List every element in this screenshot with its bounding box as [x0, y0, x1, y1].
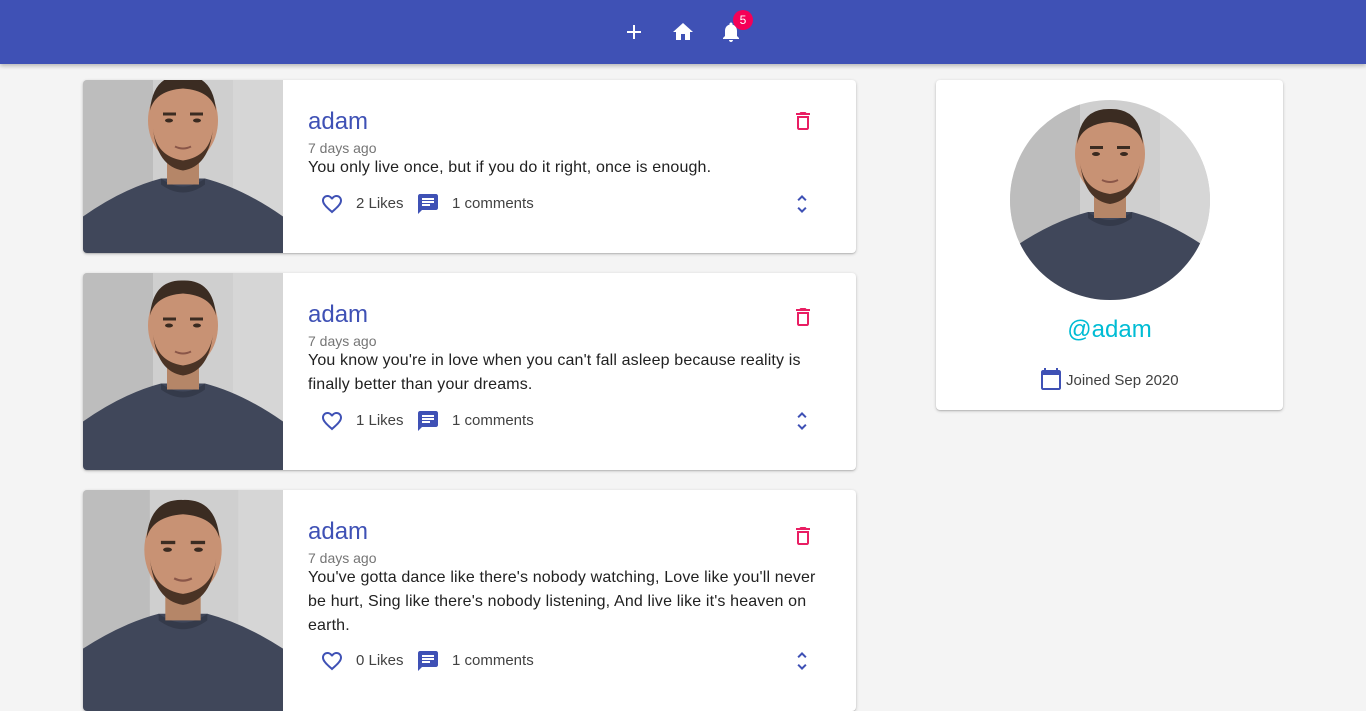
add-post-button[interactable]: [622, 20, 646, 44]
profile-card: @adam Joined Sep 2020: [936, 80, 1283, 410]
delete-icon: [796, 308, 810, 326]
likes-count: 0 Likes: [356, 652, 404, 669]
post-card: adam 7 days ago You only live once, but …: [83, 80, 856, 253]
expand-post-button[interactable]: [790, 192, 814, 216]
calendar-icon: [1041, 368, 1061, 390]
post-actions: 1 Likes 1 comments: [308, 408, 838, 434]
chat-icon: [418, 411, 438, 431]
post-date: 7 days ago: [308, 550, 377, 566]
add-icon: [627, 25, 641, 39]
delete-icon: [796, 112, 810, 130]
post-card: adam 7 days ago You know you're in love …: [83, 273, 856, 470]
delete-icon: [796, 527, 810, 545]
likes-count: 1 Likes: [356, 412, 404, 429]
home-button[interactable]: [671, 20, 695, 44]
post-date: 7 days ago: [308, 333, 377, 349]
notification-badge: 5: [733, 10, 753, 30]
post-user-photo: [83, 273, 283, 470]
unfold-more-icon: [797, 412, 807, 430]
delete-post-button[interactable]: [791, 109, 815, 133]
comments-button[interactable]: [416, 649, 440, 673]
joined-text: Joined Sep 2020: [1066, 372, 1179, 389]
comments-button[interactable]: [416, 409, 440, 433]
unfold-more-icon: [797, 195, 807, 213]
expand-post-button[interactable]: [790, 649, 814, 673]
post-body: You've gotta dance like there's nobody w…: [308, 569, 816, 634]
comments-count: 1 comments: [452, 652, 534, 669]
post-user-photo: [83, 490, 283, 711]
heart-outline-icon: [322, 195, 342, 214]
app-bar: 5: [0, 0, 1366, 64]
chat-icon: [418, 651, 438, 671]
delete-post-button[interactable]: [791, 524, 815, 548]
like-button[interactable]: [320, 649, 344, 673]
delete-post-button[interactable]: [791, 305, 815, 329]
profile-handle-link[interactable]: @adam: [936, 316, 1283, 344]
post-actions: 0 Likes 1 comments: [308, 648, 838, 674]
post-actions: 2 Likes 1 comments: [308, 191, 838, 217]
post-username[interactable]: adam: [308, 108, 368, 136]
comments-button[interactable]: [416, 192, 440, 216]
like-button[interactable]: [320, 192, 344, 216]
profile-avatar: [1010, 100, 1210, 300]
home-icon: [673, 23, 693, 40]
like-button[interactable]: [320, 409, 344, 433]
heart-outline-icon: [322, 652, 342, 671]
post-user-photo: [83, 80, 283, 253]
heart-outline-icon: [322, 412, 342, 431]
chat-icon: [418, 194, 438, 214]
post-body: You only live once, but if you do it rig…: [308, 159, 712, 176]
post-body: You know you're in love when you can't f…: [308, 352, 801, 393]
post-username[interactable]: adam: [308, 518, 368, 546]
comments-count: 1 comments: [452, 195, 534, 212]
comments-count: 1 comments: [452, 412, 534, 429]
post-date: 7 days ago: [308, 140, 377, 156]
likes-count: 2 Likes: [356, 195, 404, 212]
expand-post-button[interactable]: [790, 409, 814, 433]
unfold-more-icon: [797, 652, 807, 670]
post-username[interactable]: adam: [308, 301, 368, 329]
post-card: adam 7 days ago You've gotta dance like …: [83, 490, 856, 711]
